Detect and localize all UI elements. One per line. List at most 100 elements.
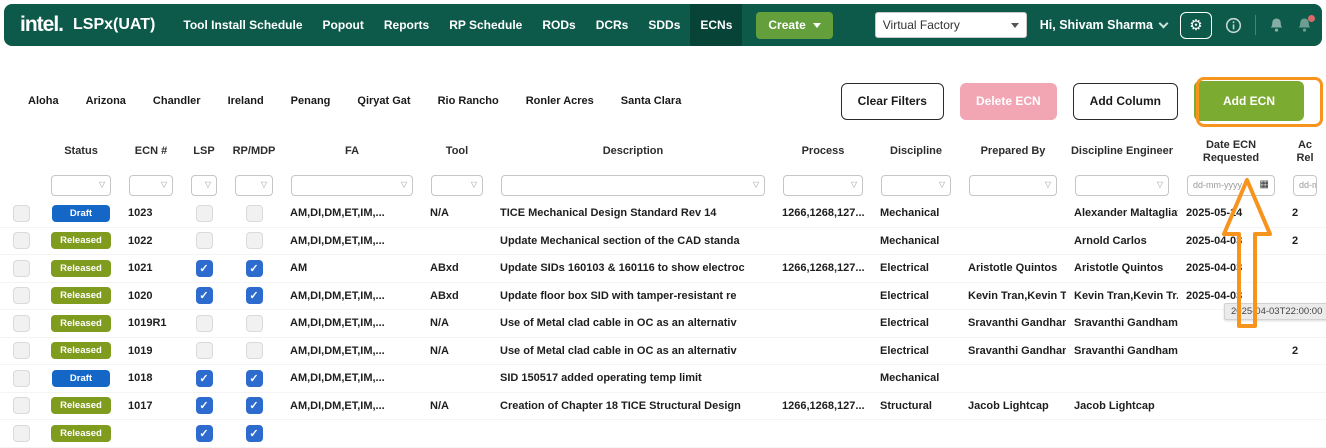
- table-row[interactable]: Released 1022 AM,DI,DM,ET,IM,... Update …: [0, 228, 1326, 256]
- add-column-button[interactable]: Add Column: [1073, 83, 1178, 120]
- row-select-checkbox[interactable]: [13, 232, 30, 249]
- row-select-checkbox[interactable]: [13, 315, 30, 332]
- datetime-tooltip: 2025-04-03T22:00:00: [1224, 303, 1326, 320]
- filter-tool[interactable]: ▽: [431, 175, 483, 196]
- nav-item-tool-install-schedule[interactable]: Tool Install Schedule: [173, 4, 312, 46]
- column-header-process[interactable]: Process: [774, 134, 872, 170]
- location-tab-ronler-acres[interactable]: Ronler Acres: [526, 95, 594, 107]
- delete-ecn-button[interactable]: Delete ECN: [960, 83, 1057, 120]
- notifications-button[interactable]: [1269, 17, 1284, 33]
- filter-cell: ▽: [226, 170, 282, 200]
- column-header-prepared-by[interactable]: Prepared By: [960, 134, 1066, 170]
- location-tab-arizona[interactable]: Arizona: [86, 95, 126, 107]
- date-placeholder: dd-mm-yyyy: [1299, 180, 1317, 190]
- date-filter-date-ecn-requested[interactable]: dd-mm-yyyy▦: [1187, 175, 1275, 196]
- location-tab-santa-clara[interactable]: Santa Clara: [621, 95, 682, 107]
- column-header-ecn[interactable]: ECN #: [120, 134, 182, 170]
- column-header-rp-mdp[interactable]: RP/MDP: [226, 134, 282, 170]
- funnel-icon: ▽: [401, 181, 407, 189]
- table-row[interactable]: Draft 1018 ✓ ✓ AM,DI,DM,ET,IM,... SID 15…: [0, 365, 1326, 393]
- filter-status[interactable]: ▽: [51, 175, 111, 196]
- filter-discipline[interactable]: ▽: [881, 175, 951, 196]
- alerts-button[interactable]: [1297, 17, 1312, 33]
- rpmdp-checkbox[interactable]: [246, 205, 263, 222]
- table-row[interactable]: Released 1017 ✓ ✓ AM,DI,DM,ET,IM,... N/A…: [0, 393, 1326, 421]
- nav-item-reports[interactable]: Reports: [374, 4, 439, 46]
- info-button[interactable]: [1225, 17, 1242, 34]
- tool-cell: [422, 228, 492, 255]
- table-row[interactable]: Released ✓ ✓: [0, 420, 1326, 448]
- nav-item-dcrs[interactable]: DCRs: [586, 4, 639, 46]
- column-header-ac-rel[interactable]: Ac Rel: [1284, 134, 1326, 170]
- filter-description[interactable]: ▽: [501, 175, 765, 196]
- row-select-checkbox[interactable]: [13, 205, 30, 222]
- lsp-checkbox[interactable]: ✓: [196, 397, 213, 414]
- lsp-checkbox[interactable]: ✓: [196, 287, 213, 304]
- table-row[interactable]: Released 1019R1 AM,DI,DM,ET,IM,... N/A U…: [0, 310, 1326, 338]
- ecn-number-cell: 1022: [120, 228, 182, 255]
- lsp-checkbox[interactable]: [196, 205, 213, 222]
- filter-discipline-engineer[interactable]: ▽: [1075, 175, 1169, 196]
- nav-item-sdds[interactable]: SDDs: [638, 4, 690, 46]
- filter-prepared-by[interactable]: ▽: [969, 175, 1057, 196]
- table-row[interactable]: Draft 1023 AM,DI,DM,ET,IM,... N/A TICE M…: [0, 200, 1326, 228]
- column-header-status[interactable]: Status: [42, 134, 120, 170]
- row-select-checkbox[interactable]: [13, 425, 30, 442]
- user-greeting-label: Hi, Shivam Sharma: [1040, 18, 1153, 32]
- table-row[interactable]: Released 1021 ✓ ✓ AM ABxd Update SIDs 16…: [0, 255, 1326, 283]
- rpmdp-checkbox[interactable]: [246, 342, 263, 359]
- table-row[interactable]: Released 1020 ✓ ✓ AM,DI,DM,ET,IM,... ABx…: [0, 283, 1326, 311]
- factory-select[interactable]: Virtual Factory: [875, 12, 1027, 38]
- rpmdp-checkbox[interactable]: [246, 232, 263, 249]
- funnel-icon: ▽: [753, 181, 759, 189]
- nav-item-rp-schedule[interactable]: RP Schedule: [439, 4, 532, 46]
- location-tab-aloha[interactable]: Aloha: [28, 95, 59, 107]
- clear-filters-button[interactable]: Clear Filters: [841, 83, 944, 120]
- lsp-checkbox[interactable]: ✓: [196, 260, 213, 277]
- rpmdp-checkbox[interactable]: ✓: [246, 370, 263, 387]
- add-ecn-button[interactable]: Add ECN: [1194, 81, 1304, 121]
- filter-process[interactable]: ▽: [783, 175, 863, 196]
- lsp-checkbox[interactable]: [196, 342, 213, 359]
- column-header-tool[interactable]: Tool: [422, 134, 492, 170]
- row-select-checkbox[interactable]: [13, 260, 30, 277]
- column-header-description[interactable]: Description: [492, 134, 774, 170]
- location-tab-ireland[interactable]: Ireland: [228, 95, 264, 107]
- location-tab-chandler[interactable]: Chandler: [153, 95, 201, 107]
- column-header-discipline-engineer[interactable]: Discipline Engineer: [1066, 134, 1178, 170]
- column-header-lsp[interactable]: LSP: [182, 134, 226, 170]
- nav-item-rods[interactable]: RODs: [532, 4, 585, 46]
- rpmdp-checkbox[interactable]: ✓: [246, 397, 263, 414]
- filter-lsp[interactable]: ▽: [191, 175, 217, 196]
- location-tab-penang[interactable]: Penang: [291, 95, 331, 107]
- lsp-checkbox[interactable]: [196, 232, 213, 249]
- rpmdp-checkbox[interactable]: ✓: [246, 260, 263, 277]
- lsp-checkbox[interactable]: [196, 315, 213, 332]
- user-menu[interactable]: Hi, Shivam Sharma: [1040, 18, 1167, 32]
- column-header-date-ecn-requested[interactable]: Date ECN Requested: [1178, 134, 1284, 170]
- column-header-discipline[interactable]: Discipline: [872, 134, 960, 170]
- settings-button[interactable]: ⚙: [1180, 12, 1212, 39]
- location-tab-qiryat-gat[interactable]: Qiryat Gat: [357, 95, 410, 107]
- date-filter-ac-rel[interactable]: dd-mm-yyyy▦: [1293, 175, 1317, 196]
- rpmdp-checkbox[interactable]: ✓: [246, 425, 263, 442]
- filter-fa[interactable]: ▽: [291, 175, 413, 196]
- nav-item-popout[interactable]: Popout: [313, 4, 374, 46]
- lsp-checkbox[interactable]: ✓: [196, 370, 213, 387]
- table-row[interactable]: Released 1019 AM,DI,DM,ET,IM,... N/A Use…: [0, 338, 1326, 366]
- row-select-checkbox[interactable]: [13, 397, 30, 414]
- rpmdp-checkbox[interactable]: [246, 315, 263, 332]
- filter-rp-mdp[interactable]: ▽: [235, 175, 273, 196]
- rpmdp-checkbox[interactable]: ✓: [246, 287, 263, 304]
- row-select-checkbox[interactable]: [13, 342, 30, 359]
- nav-item-ecns[interactable]: ECNs: [690, 4, 742, 46]
- chevron-down-icon: [1159, 18, 1169, 28]
- row-select-checkbox[interactable]: [13, 370, 30, 387]
- row-select-checkbox[interactable]: [13, 287, 30, 304]
- filter-ecn[interactable]: ▽: [129, 175, 173, 196]
- location-tab-rio-rancho[interactable]: Rio Rancho: [438, 95, 499, 107]
- create-button-label: Create: [768, 18, 805, 32]
- create-button[interactable]: Create: [756, 12, 832, 39]
- column-header-fa[interactable]: FA: [282, 134, 422, 170]
- lsp-checkbox[interactable]: ✓: [196, 425, 213, 442]
